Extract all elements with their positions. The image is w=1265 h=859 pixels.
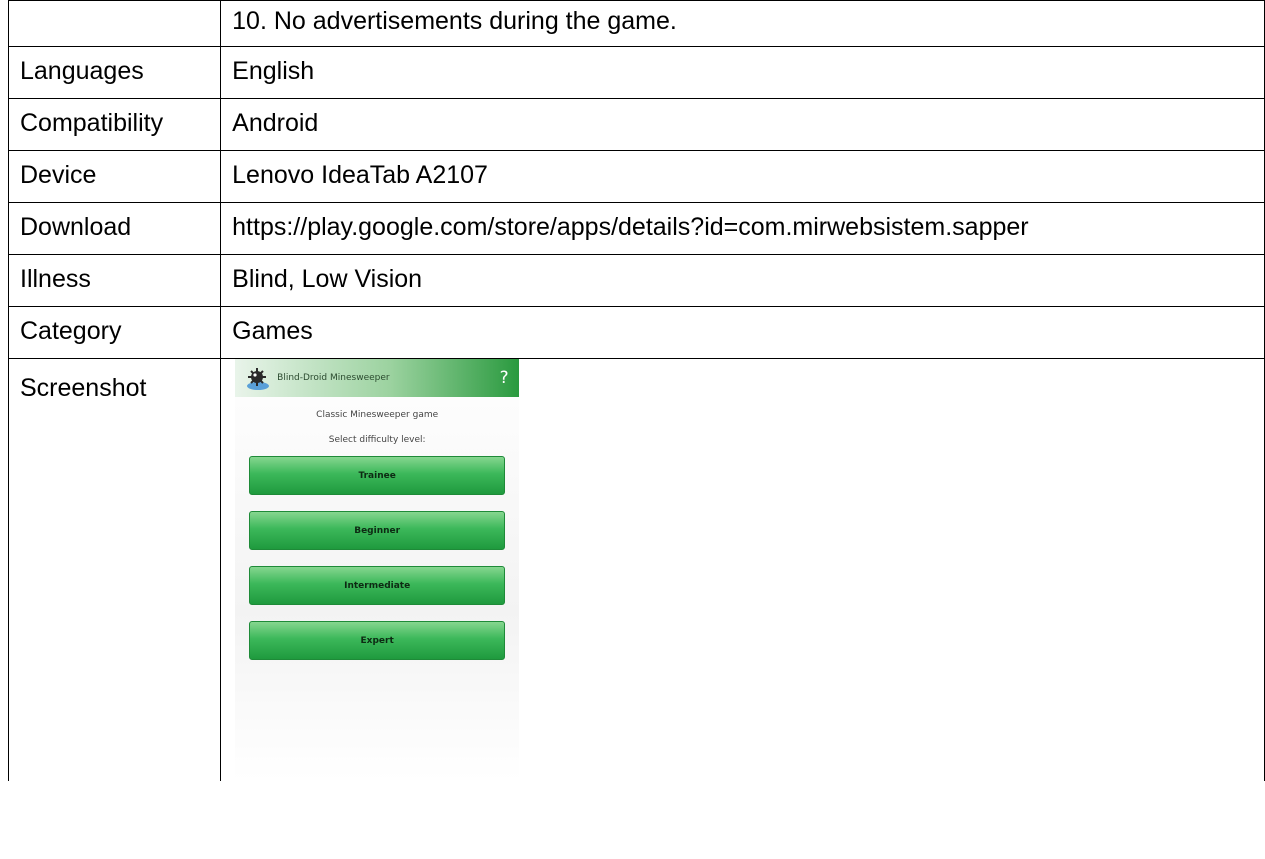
app-title: Blind-Droid Minesweeper	[277, 373, 390, 383]
table-row: Device Lenovo IdeaTab A2107	[7, 150, 1265, 203]
row-value-download[interactable]: https://play.google.com/store/apps/detai…	[220, 202, 1265, 255]
row-label-illness: Illness	[7, 254, 222, 307]
beginner-button[interactable]: Beginner	[249, 511, 506, 550]
row-value-category: Games	[220, 306, 1265, 359]
row-value-device: Lenovo IdeaTab A2107	[220, 150, 1265, 203]
row-label-category: Category	[7, 306, 222, 359]
table-row: Screenshot Blind-Droid Minesweeper ? Cla…	[7, 358, 1265, 781]
minesweeper-logo-icon	[245, 365, 271, 391]
expert-button[interactable]: Expert	[249, 621, 506, 660]
row-label-download: Download	[7, 202, 222, 255]
difficulty-prompt: Select difficulty level:	[328, 435, 426, 445]
row-value-illness: Blind, Low Vision	[220, 254, 1265, 307]
intermediate-button[interactable]: Intermediate	[249, 566, 506, 605]
row-value-compatibility: Android	[220, 98, 1265, 151]
table-row: Download https://play.google.com/store/a…	[7, 202, 1265, 255]
row-value-languages: English	[220, 46, 1265, 99]
trainee-button[interactable]: Trainee	[249, 456, 506, 495]
app-bar: Blind-Droid Minesweeper ?	[235, 359, 520, 397]
table-row: 10. No advertisements during the game.	[7, 0, 1265, 47]
row-label-languages: Languages	[7, 46, 222, 99]
row-value: 10. No advertisements during the game.	[220, 0, 1265, 47]
app-subtitle: Classic Minesweeper game	[316, 410, 439, 420]
row-label-compatibility: Compatibility	[7, 98, 222, 151]
table-row: Languages English	[7, 46, 1265, 99]
table-row: Compatibility Android	[7, 98, 1265, 151]
row-label-screenshot: Screenshot	[7, 358, 222, 781]
help-icon[interactable]: ?	[489, 359, 519, 397]
table-row: Category Games	[7, 306, 1265, 359]
row-value-screenshot: Blind-Droid Minesweeper ? Classic Minesw…	[220, 358, 1265, 781]
app-info-table: 10. No advertisements during the game. L…	[7, 0, 1265, 781]
table-row: Illness Blind, Low Vision	[7, 254, 1265, 307]
app-screenshot: Blind-Droid Minesweeper ? Classic Minesw…	[235, 359, 520, 781]
row-label-device: Device	[7, 150, 222, 203]
row-label	[7, 0, 222, 47]
